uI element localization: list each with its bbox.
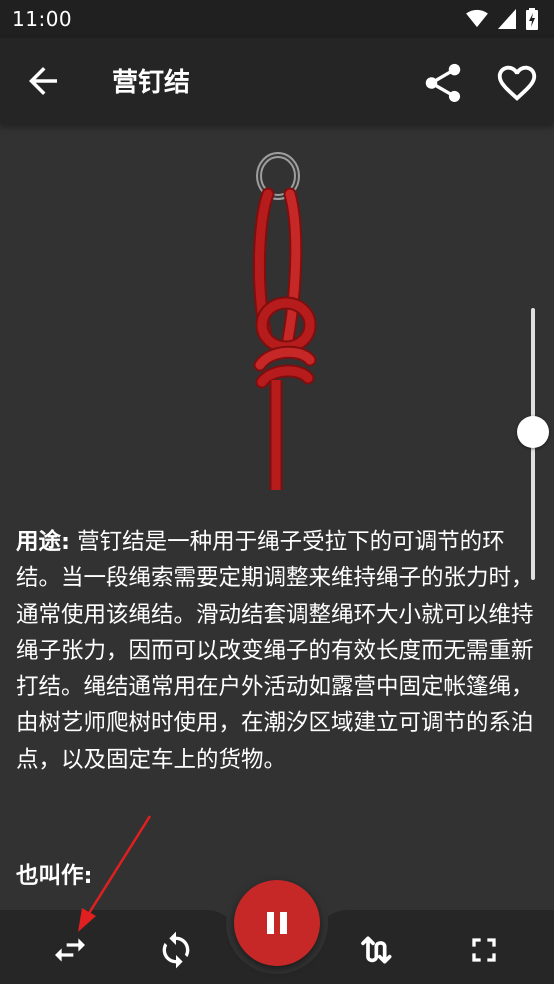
usage-text: 营钉结是一种用于绳子受拉下的可调节的环结。当一段绳索需要定期调整来维持绳子的张力… [16,529,534,773]
usage-description: 用途: 营钉结是一种用于绳子受拉下的可调节的环结。当一段绳索需要定期调整来维持绳… [16,524,541,778]
rotate-button[interactable] [156,930,196,970]
fullscreen-button[interactable] [464,930,504,970]
signal-icon [498,9,516,29]
wifi-icon [466,9,488,28]
annotation-arrow [78,815,152,932]
pause-button[interactable] [234,880,320,966]
fullscreen-icon [472,938,496,962]
arrow-back-icon [29,67,57,95]
steps-button[interactable] [358,930,398,970]
taut-line-hitch-knot-image [252,152,317,490]
slider-thumb[interactable] [517,416,549,448]
heart-outline-icon [497,65,537,101]
flip-button[interactable] [50,930,90,970]
favorite-button[interactable] [494,60,540,106]
step-sequence-icon [361,936,392,964]
share-icon [425,63,461,103]
battery-charging-icon [526,8,538,30]
rotate-icon [162,931,190,969]
share-button[interactable] [420,60,466,106]
knot-animation-view[interactable] [0,124,554,580]
status-time: 11:00 [12,7,73,31]
page-title: 营钉结 [112,68,191,98]
app-bar: 营钉结 [0,38,554,124]
status-icons [466,8,538,30]
swap-horiz-icon [55,938,85,962]
status-bar: 11:00 [0,0,554,38]
back-button[interactable] [22,60,64,102]
pause-icon [267,912,287,934]
usage-label: 用途: [16,529,70,555]
